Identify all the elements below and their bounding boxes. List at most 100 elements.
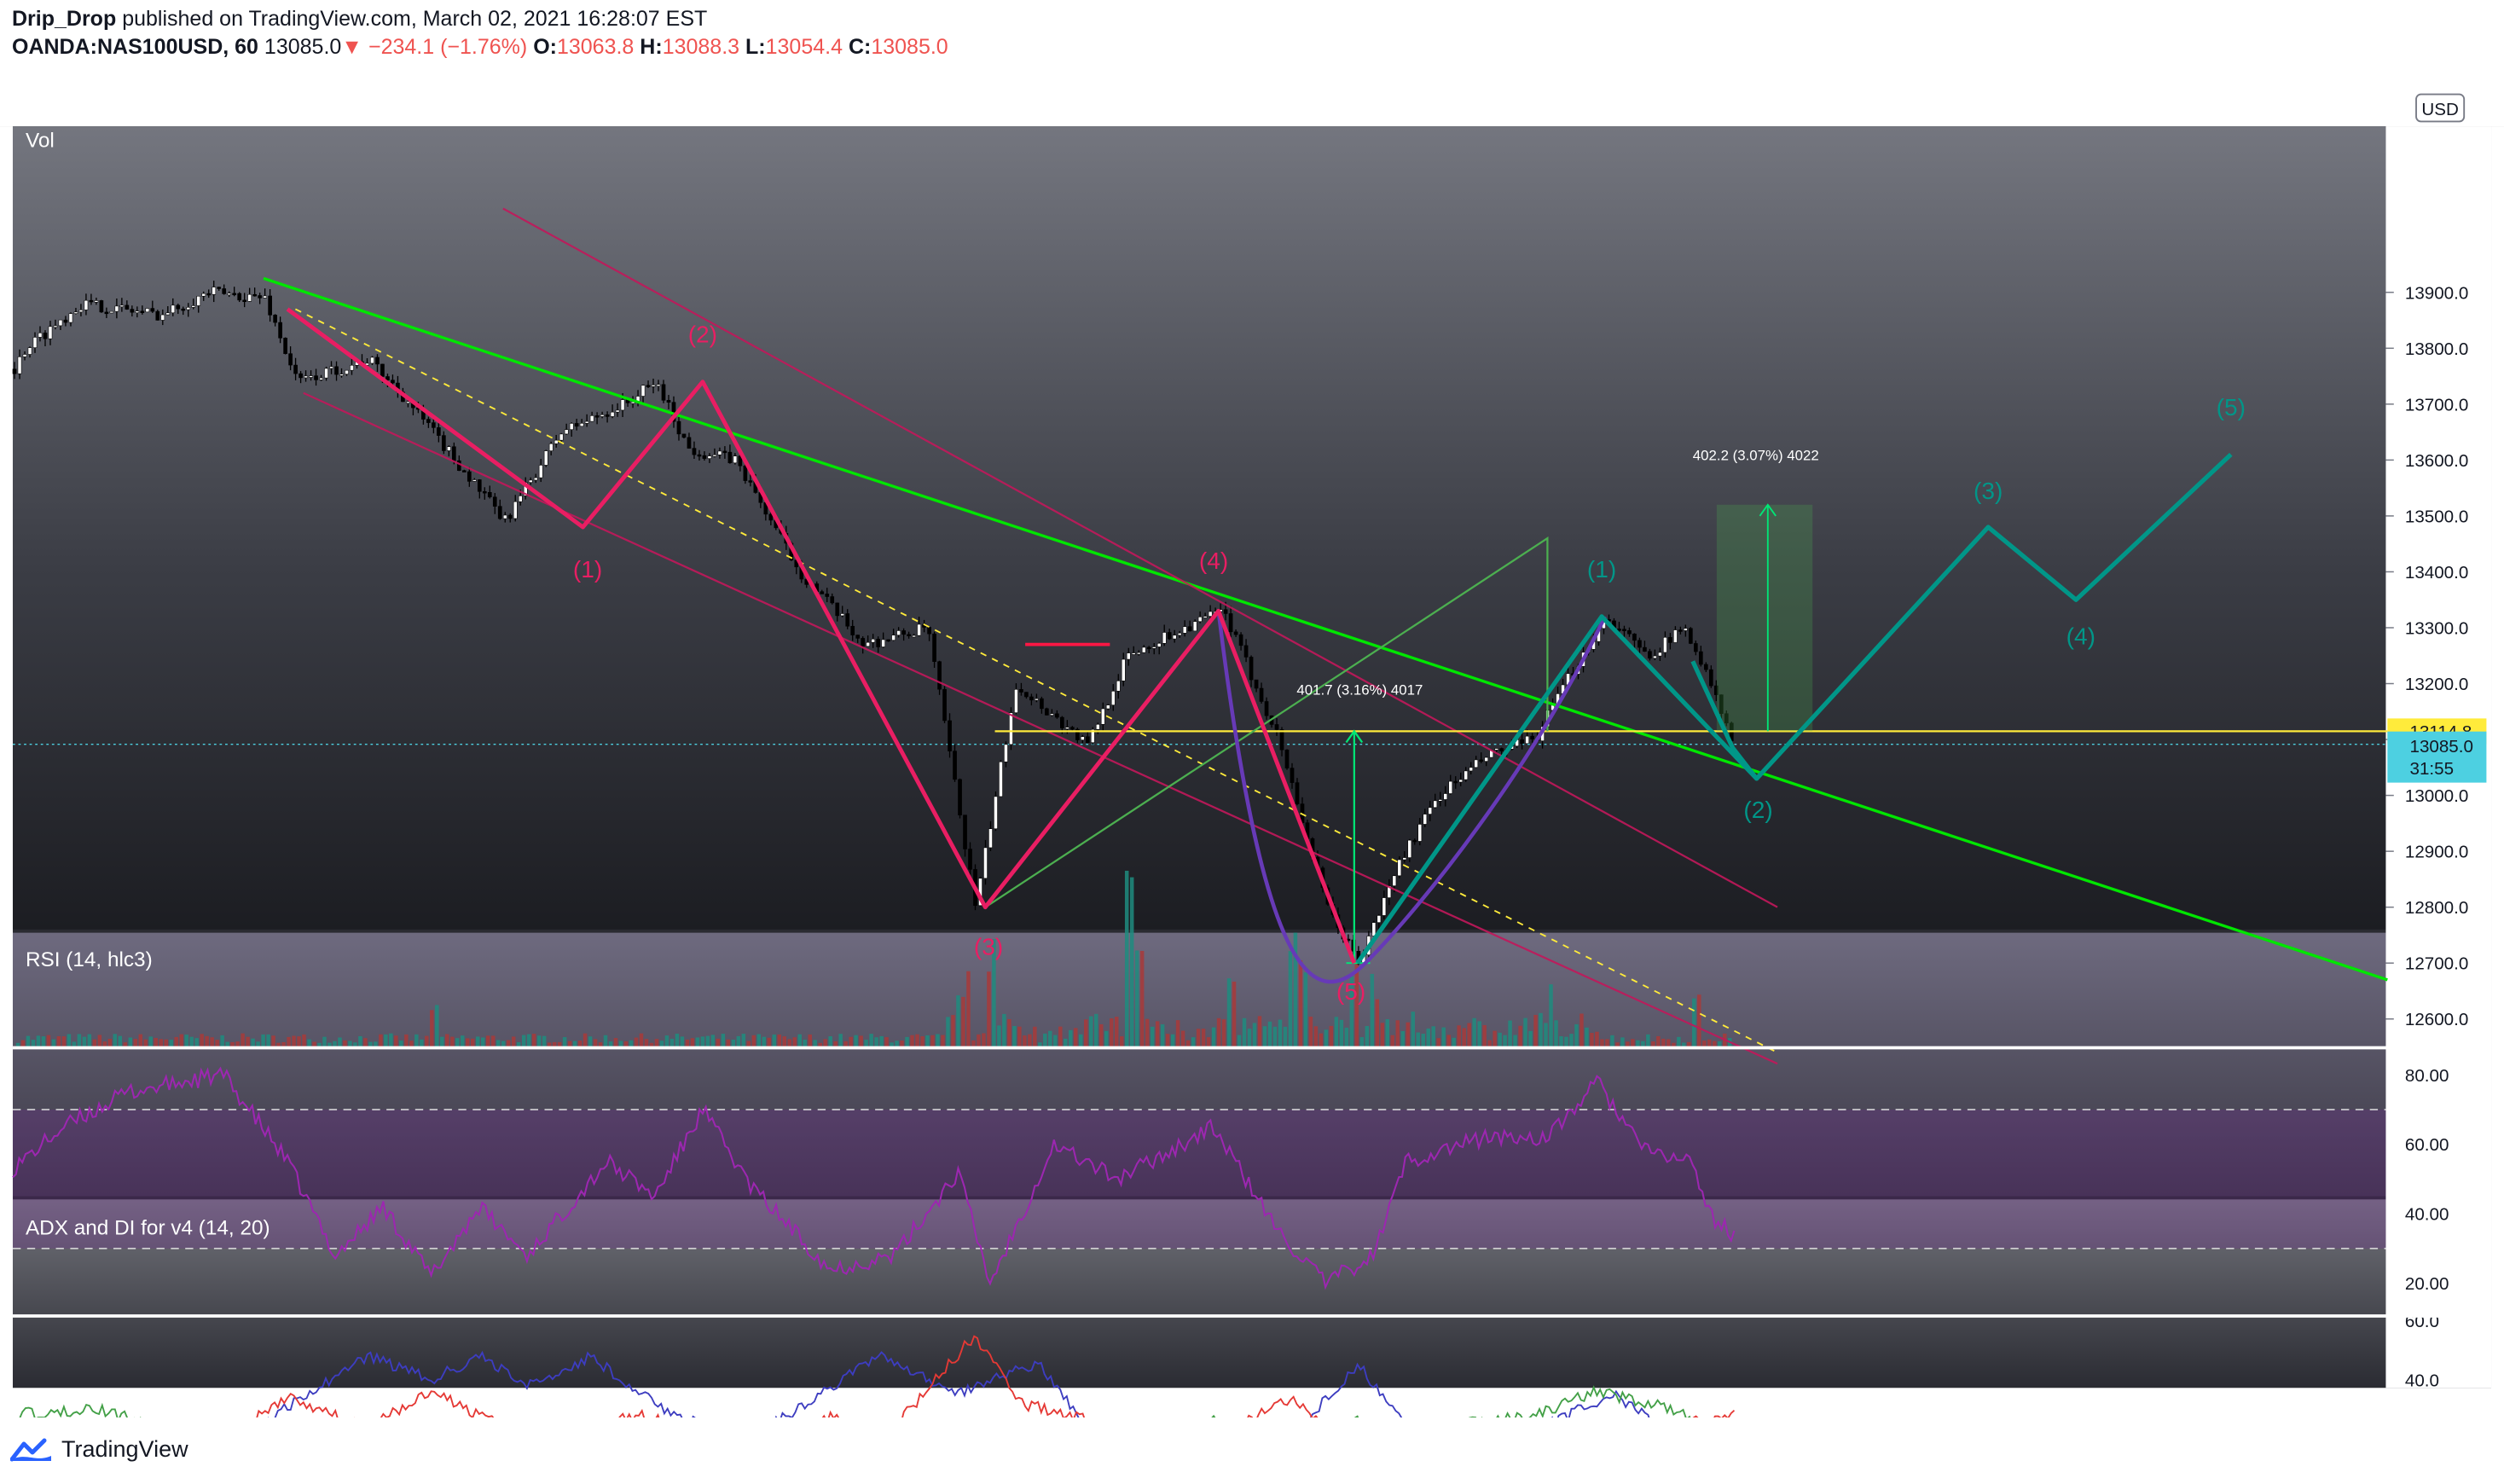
candle-body [201, 293, 206, 297]
candle-body [917, 623, 921, 636]
candle-body [1055, 713, 1059, 718]
volume-bar [1124, 870, 1129, 1048]
candle-body [1382, 897, 1387, 916]
volume-bar [1528, 1030, 1533, 1048]
candle-body [437, 427, 441, 436]
volume-bar [46, 1035, 51, 1048]
candle-body [22, 354, 27, 357]
candle-body [1085, 736, 1090, 744]
volume-bar [1697, 994, 1701, 1048]
volume-bar [1283, 1026, 1288, 1048]
candle-body [109, 310, 114, 314]
symbol-name[interactable]: OANDA:NAS100USD, 60 [12, 35, 258, 59]
candle-body [646, 385, 651, 387]
candle-body [994, 796, 998, 830]
volume-bar [675, 1034, 680, 1048]
volume-bar [1595, 1031, 1599, 1048]
volume-bar [358, 1035, 362, 1048]
tradingview-logo[interactable]: TradingView [10, 1436, 188, 1463]
change-value: ▼ −234.1 (−1.76%) [341, 35, 528, 59]
volume-bar [87, 1034, 92, 1048]
candle-body [733, 455, 738, 464]
candle-body [237, 293, 242, 301]
volume-bar [1023, 1035, 1027, 1048]
wave-label-red: (2) [688, 322, 717, 348]
candle-body [1156, 643, 1162, 647]
volume-bar [1441, 1027, 1446, 1048]
chart-area[interactable]: 401.7 (3.16%) 4017 402.2 (3.07%) 4022 (1) (… [0, 63, 2504, 1417]
volume-bar [475, 1036, 480, 1048]
volume-bar [302, 1034, 306, 1048]
candle-body [497, 506, 502, 519]
last-price-text: 13085.0 [2410, 737, 2473, 756]
candle-body [876, 639, 881, 647]
candle-body [155, 310, 160, 321]
volume-bar [1544, 1023, 1548, 1048]
volume-bar [710, 1035, 716, 1048]
candle-body [1453, 780, 1458, 784]
candle-body [283, 338, 287, 354]
volume-bar [1334, 1017, 1339, 1048]
price-tick-label: 13800.0 [2405, 339, 2468, 359]
volume-bar [1590, 1033, 1594, 1048]
volume-bar [1232, 981, 1237, 1048]
candle-body [1228, 613, 1233, 633]
candle-body [886, 639, 890, 642]
candle-body [456, 460, 461, 471]
volume-bar [1656, 1035, 1661, 1048]
candle-body [324, 368, 328, 379]
candle-body [507, 514, 513, 519]
volume-bar [1482, 1025, 1487, 1048]
candle-body [1484, 756, 1489, 762]
volume-bar [490, 1035, 496, 1048]
candle-body [727, 451, 733, 464]
candle-body [304, 375, 308, 379]
volume-bar [859, 1035, 863, 1048]
measure-box-2[interactable] [1716, 504, 1813, 732]
candle-body [53, 325, 58, 328]
candle-body [1223, 609, 1228, 614]
candle-body [1141, 646, 1146, 653]
author-name[interactable]: Drip_Drop [12, 7, 116, 31]
candle-body [579, 423, 584, 427]
candle-body [1187, 626, 1192, 632]
volume-bar [1339, 1019, 1344, 1048]
adx-title: ADX and DI for v4 (14, 20) [26, 1217, 270, 1240]
candle-body [1402, 857, 1407, 861]
volume-bar [1084, 1019, 1088, 1048]
candle-body [666, 400, 671, 403]
volume-bar [936, 1034, 940, 1048]
candle-body [748, 480, 753, 483]
volume-bar [1262, 1026, 1267, 1048]
candle-body [1197, 617, 1203, 623]
high-label: H: [640, 35, 663, 59]
candle-body [38, 333, 43, 338]
volume-bar [751, 1035, 756, 1048]
volume-bar [808, 1034, 812, 1048]
volume-bar [26, 1035, 31, 1048]
candle-body [451, 446, 456, 461]
volume-bar [322, 1036, 327, 1048]
candle-body [564, 429, 569, 435]
candle-body [569, 423, 574, 430]
candle-body [130, 309, 135, 313]
candle-body [963, 814, 967, 849]
volume-bar [1549, 984, 1553, 1048]
volume-bar [200, 1034, 204, 1048]
candle-body [212, 287, 217, 295]
volume-bar [542, 1035, 547, 1048]
close-value: 13085.0 [871, 35, 948, 59]
wave-label-teal: (2) [1743, 797, 1772, 823]
volume-bar [287, 1036, 291, 1048]
candle-body [293, 364, 298, 374]
volume-bar [246, 1036, 250, 1048]
volume-bar [762, 1036, 767, 1048]
candle-body [1203, 616, 1208, 618]
candle-body [1520, 739, 1524, 745]
currency-badge[interactable]: USD [2415, 93, 2466, 123]
volume-bar [639, 1033, 644, 1048]
candle-body [319, 377, 323, 380]
candle-body [999, 761, 1003, 797]
candle-body [891, 635, 896, 641]
candle-body [1100, 708, 1105, 725]
